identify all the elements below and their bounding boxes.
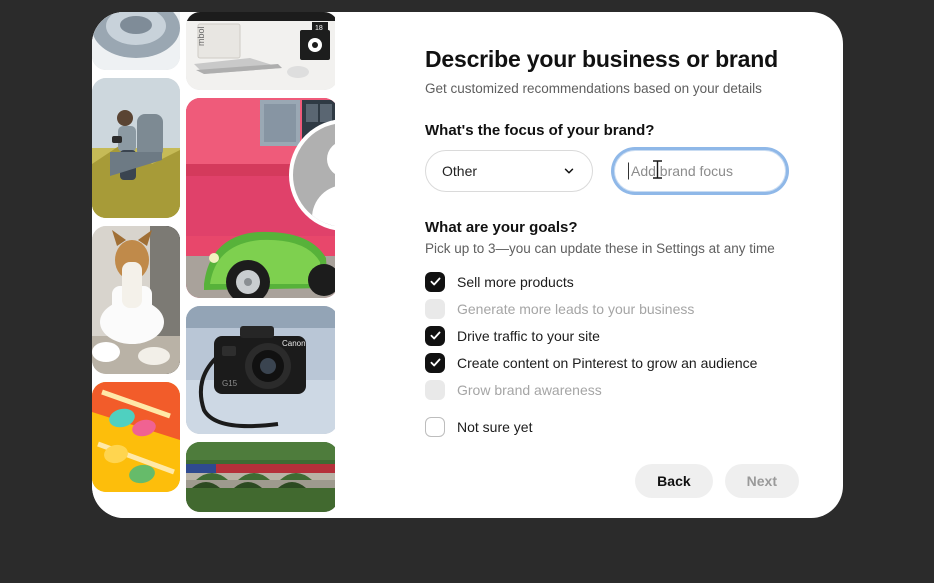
image-tile-man-outdoors — [92, 78, 180, 218]
dialog-footer: Back Next — [425, 464, 799, 498]
checkbox-checked-icon[interactable] — [425, 352, 445, 373]
image-tile-slinky-toys — [92, 382, 180, 492]
avatar-body-shape — [312, 185, 335, 227]
brand-focus-input[interactable]: Add brand focus — [614, 150, 786, 192]
goal-label: Generate more leads to your business — [457, 300, 695, 317]
next-button[interactable]: Next — [724, 464, 799, 498]
checkbox-checked-icon[interactable] — [425, 325, 445, 346]
goal-option-grow-brand-awareness: Grow brand awareness — [425, 376, 799, 403]
goal-option-drive-traffic[interactable]: Drive traffic to your site — [425, 322, 799, 349]
onboarding-dialog-card: mbol 18 G15 Canon Describe your business… — [92, 12, 843, 518]
screen: mbol 18 G15 Canon Describe your business… — [0, 0, 934, 583]
image-tile-train-viaduct — [186, 442, 335, 512]
goals-question: What are your goals? — [425, 219, 578, 236]
image-tile-appliance — [92, 12, 180, 70]
avatar[interactable] — [289, 119, 335, 231]
goals-help-text: Pick up to 3—you can update these in Set… — [425, 241, 775, 256]
goal-label: Drive traffic to your site — [457, 327, 600, 344]
svg-text:mbol: mbol — [196, 26, 206, 46]
goal-label: Sell more products — [457, 273, 574, 290]
page-title: Describe your business or brand — [425, 46, 778, 72]
checkbox-unchecked-icon[interactable] — [425, 416, 445, 437]
form-panel: Describe your business or brand Get cust… — [335, 12, 843, 518]
goal-label: Create content on Pinterest to grow an a… — [457, 354, 758, 371]
image-tile-laptop-desk: mbol 18 — [186, 12, 335, 90]
collage-column-right: mbol 18 G15 Canon — [186, 12, 335, 512]
svg-text:18: 18 — [315, 25, 323, 32]
svg-text:Canon: Canon — [282, 339, 306, 348]
image-tile-camera: G15 Canon — [186, 306, 335, 434]
brand-focus-select[interactable]: Other — [425, 150, 593, 192]
brand-focus-select-value: Other — [442, 163, 478, 179]
goal-option-generate-more-leads: Generate more leads to your business — [425, 295, 799, 322]
brand-focus-row: Other Add brand focus — [425, 150, 799, 192]
image-collage: mbol 18 G15 Canon — [92, 12, 335, 518]
brand-focus-question: What's the focus of your brand? — [425, 122, 655, 139]
back-button[interactable]: Back — [635, 464, 713, 498]
svg-text:G15: G15 — [222, 379, 238, 388]
image-tile-dog-toilet — [92, 226, 180, 374]
text-caret — [628, 162, 629, 180]
checkbox-checked-icon[interactable] — [425, 271, 445, 292]
chevron-down-icon — [562, 164, 576, 178]
avatar-placeholder-icon — [289, 119, 335, 231]
checkbox-disabled-icon — [425, 298, 445, 319]
goal-option-not-sure-yet[interactable]: Not sure yet — [425, 413, 799, 440]
brand-focus-input-placeholder: Add brand focus — [628, 162, 733, 180]
goal-label: Grow brand awareness — [457, 381, 602, 398]
checkbox-disabled-icon — [425, 379, 445, 400]
avatar-head-shape — [327, 141, 335, 177]
page-subtitle: Get customized recommendations based on … — [425, 81, 762, 96]
collage-column-left — [92, 12, 180, 492]
goal-label: Not sure yet — [457, 418, 533, 435]
goal-option-create-content[interactable]: Create content on Pinterest to grow an a… — [425, 349, 799, 376]
goal-option-sell-more-products[interactable]: Sell more products — [425, 268, 799, 295]
